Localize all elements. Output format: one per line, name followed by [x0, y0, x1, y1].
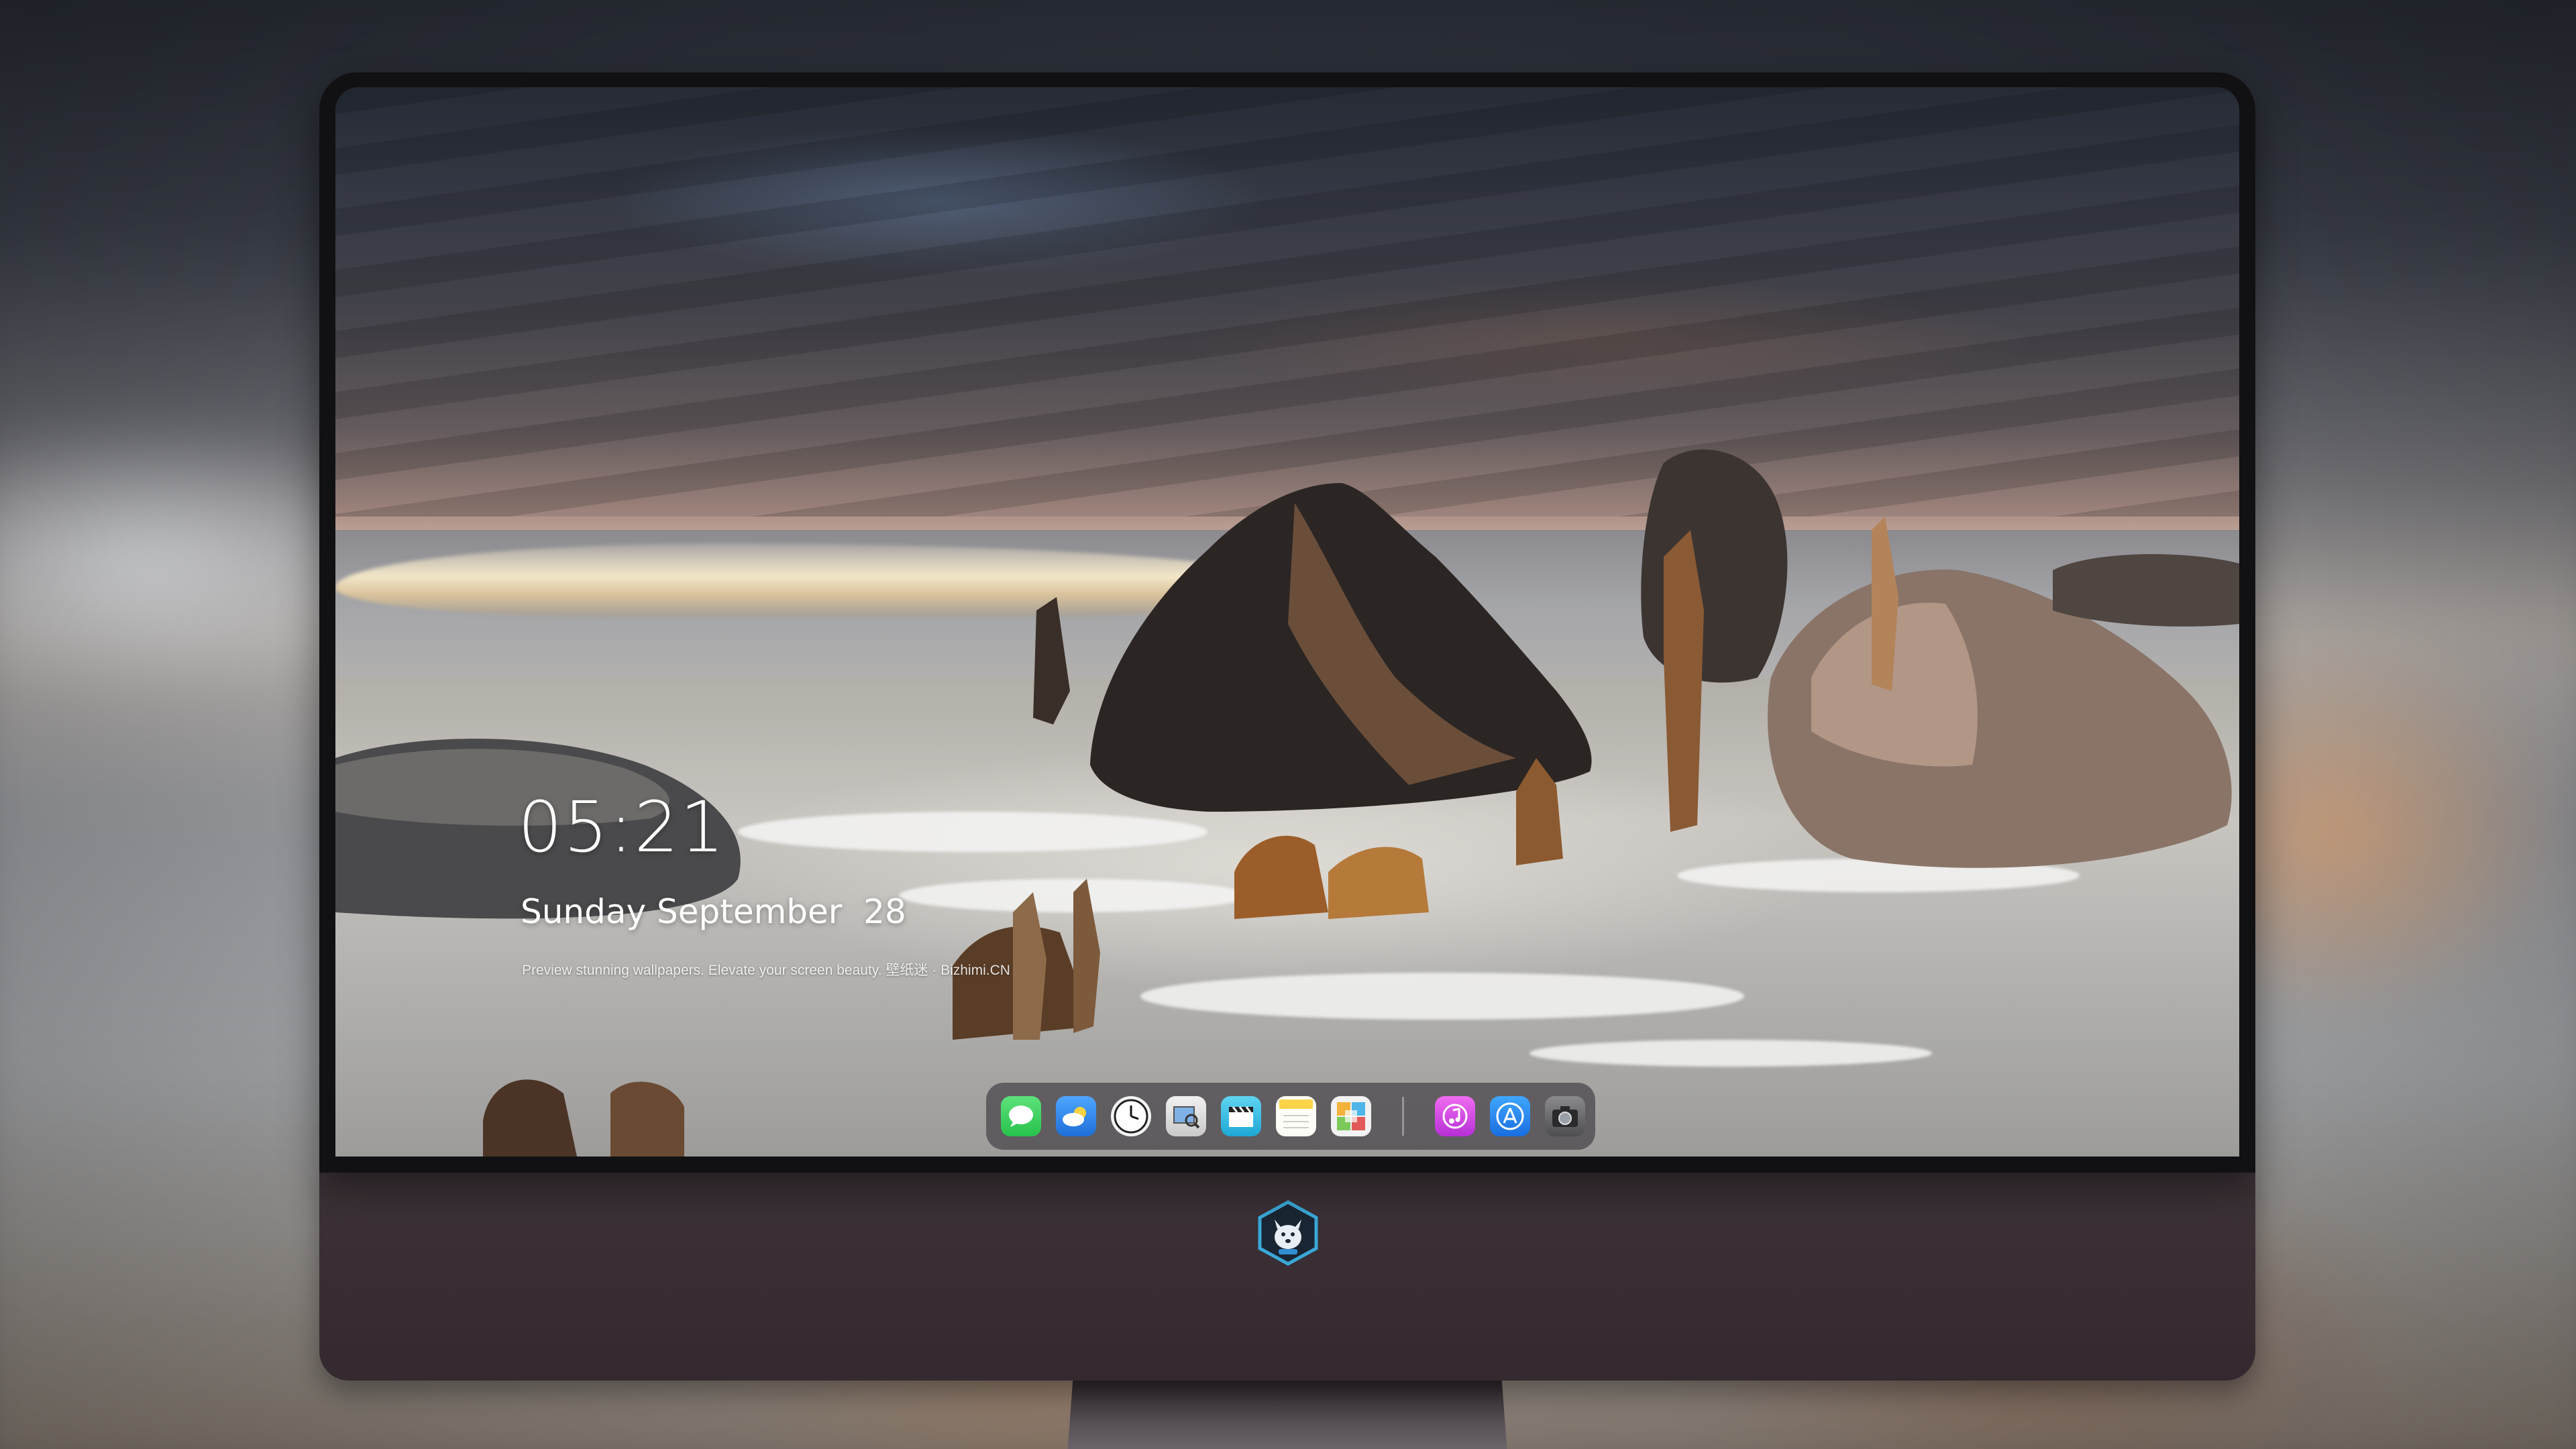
monitor-stand-neck	[1064, 1379, 1511, 1449]
clock-icon[interactable]	[1111, 1096, 1151, 1136]
wallpaper-credit: Preview stunning wallpapers. Elevate you…	[522, 963, 1010, 978]
preview-icon[interactable]	[1166, 1096, 1206, 1136]
dock	[986, 1083, 1595, 1150]
dock-separator	[1402, 1097, 1404, 1136]
lock-screen-clock: 05:21	[518, 786, 726, 868]
screen: 05:21 Sunday September 28 Preview stunni…	[335, 87, 2239, 1157]
wallpaper	[335, 87, 2239, 1157]
monitor-bezel: 05:21 Sunday September 28 Preview stunni…	[319, 72, 2255, 1173]
photos-icon[interactable]	[1331, 1096, 1371, 1136]
notes-icon[interactable]	[1276, 1096, 1316, 1136]
messages-icon[interactable]	[1001, 1096, 1041, 1136]
scene: 05:21 Sunday September 28 Preview stunni…	[0, 0, 2576, 1449]
app-store-icon[interactable]	[1490, 1096, 1530, 1136]
lock-screen-date: Sunday September 28	[521, 892, 906, 931]
wolf-mascot-logo-icon	[1254, 1199, 1322, 1267]
weather-icon[interactable]	[1056, 1096, 1096, 1136]
camera-icon[interactable]	[1545, 1096, 1585, 1136]
monitor: 05:21 Sunday September 28 Preview stunni…	[319, 72, 2255, 1449]
music-icon[interactable]	[1435, 1096, 1475, 1136]
wallpaper-rocks	[335, 449, 2239, 1157]
clapperboard-icon[interactable]	[1221, 1096, 1261, 1136]
